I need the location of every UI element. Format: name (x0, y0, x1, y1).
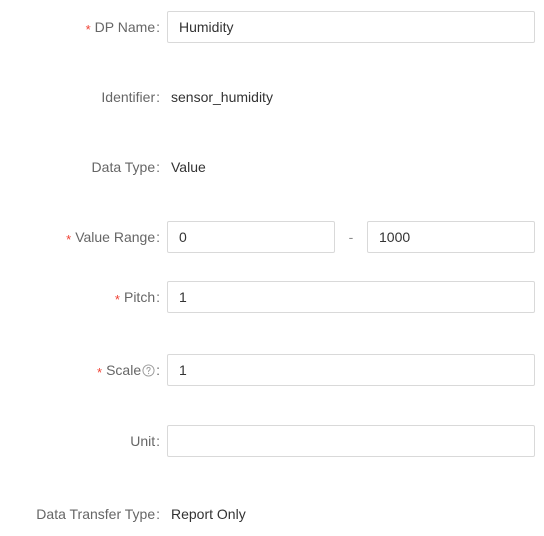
label-unit: Unit : (0, 425, 160, 457)
field-scale (160, 354, 544, 386)
label-scale: * Scale : (0, 354, 160, 386)
label-text-value-range: Value Range (75, 229, 156, 245)
scale-input[interactable] (167, 354, 535, 386)
field-pitch (160, 281, 544, 313)
label-text-pitch: Pitch (123, 289, 156, 305)
label-identifier: Identifier : (0, 81, 160, 113)
value-range-min-input[interactable] (167, 221, 335, 253)
pitch-input[interactable] (167, 281, 535, 313)
label-pitch: * Pitch : (0, 281, 160, 313)
form-row-dp-name: * DP Name : (0, 11, 544, 43)
identifier-value: sensor_humidity (171, 89, 273, 105)
label-dp-name: * DP Name : (0, 11, 160, 43)
dp-name-input[interactable] (167, 11, 535, 43)
form-row-data-transfer-type: Data Transfer Type : Report Only (0, 498, 544, 530)
required-marker-scale: * (97, 364, 103, 380)
field-data-transfer-type: Report Only (160, 498, 544, 530)
field-unit (160, 425, 544, 457)
required-marker-dp-name: * (85, 21, 91, 37)
label-value-range: * Value Range : (0, 221, 160, 253)
form-row-data-type: Data Type : Value (0, 151, 544, 183)
data-transfer-type-value: Report Only (171, 506, 246, 522)
label-text-data-transfer-type: Data Transfer Type (36, 506, 156, 522)
form-row-pitch: * Pitch : (0, 281, 544, 313)
label-text-scale: Scale (106, 362, 142, 378)
label-text-dp-name: DP Name (94, 19, 156, 35)
form-row-identifier: Identifier : sensor_humidity (0, 81, 544, 113)
label-text-unit: Unit (130, 433, 156, 449)
label-text-data-type: Data Type (91, 159, 156, 175)
required-marker-pitch: * (114, 291, 120, 307)
label-text-identifier: Identifier (101, 89, 156, 105)
question-circle-icon[interactable] (142, 363, 155, 377)
value-range-separator: - (348, 229, 354, 245)
value-range-max-input[interactable] (367, 221, 535, 253)
label-data-type: Data Type : (0, 151, 160, 183)
form-row-unit: Unit : (0, 425, 544, 457)
data-type-value: Value (171, 159, 206, 175)
unit-input[interactable] (167, 425, 535, 457)
required-marker-value-range: * (66, 231, 72, 247)
label-data-transfer-type: Data Transfer Type : (0, 498, 160, 530)
field-dp-name (160, 11, 544, 43)
datapoint-properties-form: * DP Name : Identifier : sensor_humidity… (0, 0, 544, 536)
field-value-range: - (160, 221, 544, 253)
form-row-scale: * Scale : (0, 354, 544, 386)
field-identifier: sensor_humidity (160, 81, 544, 113)
form-row-value-range: * Value Range : - (0, 221, 544, 253)
field-data-type: Value (160, 151, 544, 183)
